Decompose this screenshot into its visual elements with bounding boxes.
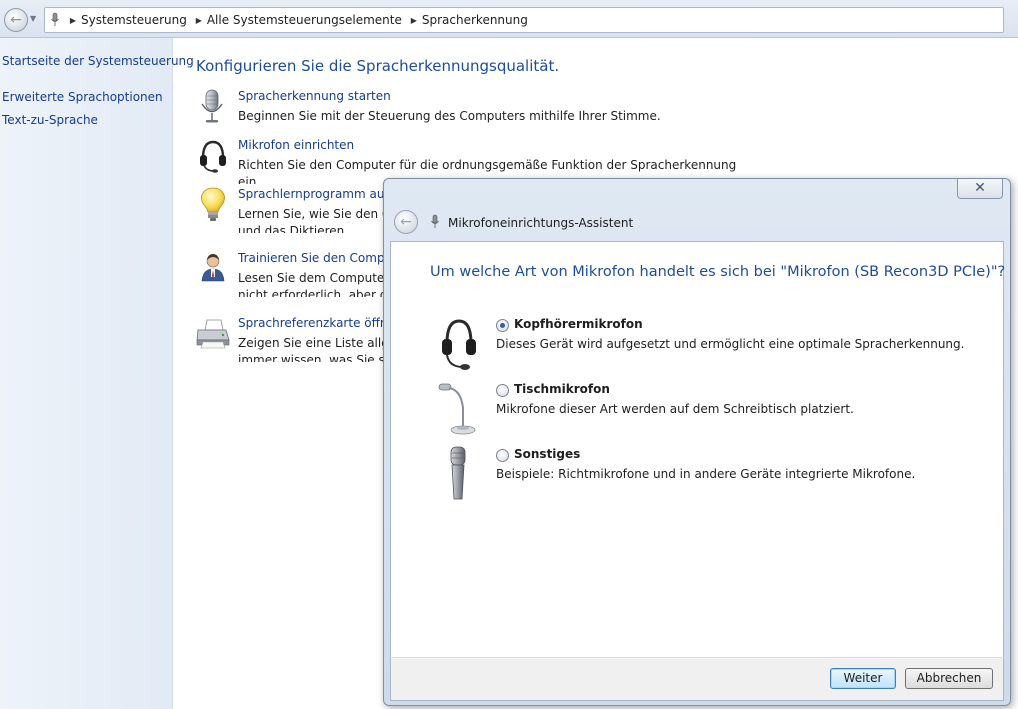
back-arrow-icon[interactable]: ← (4, 8, 28, 32)
start-speech-recognition-link[interactable]: Spracherkennung starten (238, 89, 391, 103)
dialog-body: Um welche Art von Mikrofon handelt es si… (390, 241, 1006, 657)
task-train-computer: Trainieren Sie den Compute Lesen Sie dem… (196, 251, 386, 297)
cancel-button[interactable]: Abbrechen (905, 668, 993, 689)
task-description: Beginnen Sie mit der Steuerung des Compu… (238, 109, 661, 123)
task-description: Lesen Sie dem Computer Tenicht erforderl… (238, 271, 386, 297)
reference-card-link[interactable]: Sprachreferenzkarte öffnen (238, 316, 386, 330)
text-to-speech-link[interactable]: Text-zu-Sprache (2, 113, 98, 127)
breadcrumb[interactable]: ▶ Systemsteuerung ▶ Alle Systemsteuerungsel… (44, 7, 1004, 33)
dialog-question: Um welche Art von Mikrofon handelt es si… (430, 264, 1006, 280)
option-desk-microphone[interactable]: Tischmikrofon Mikrofone dieser Art werde… (435, 380, 995, 440)
next-button[interactable]: Weiter (830, 668, 896, 689)
task-description: Zeigen Sie eine Liste allgemimmer wissen… (238, 336, 386, 362)
chevron-right-icon: ▶ (410, 16, 417, 25)
chevron-right-icon: ▶ (195, 16, 202, 25)
chevron-down-icon[interactable]: ▼ (30, 14, 40, 24)
chevron-right-icon: ▶ (69, 16, 77, 25)
option-label: Tischmikrofon (514, 382, 610, 396)
handheld-microphone-icon (450, 446, 466, 500)
option-description: Mikrofone dieser Art werden auf dem Schr… (496, 402, 854, 416)
breadcrumb-item-alle-elemente[interactable]: Alle Systemsteuerungselemente (205, 13, 408, 27)
page-title: Konfigurieren Sie die Spracherkennungsqu… (196, 57, 560, 75)
breadcrumb-item-spracherkennung[interactable]: Spracherkennung (420, 13, 534, 27)
home-link[interactable]: Startseite der Systemsteuerung (2, 54, 194, 68)
back-arrow-icon[interactable]: ← (394, 210, 418, 234)
desk-microphone-icon (438, 383, 476, 435)
headset-radio[interactable] (496, 319, 509, 332)
option-label: Kopfhörermikrofon (514, 317, 643, 331)
task-start-speech-recognition: Spracherkennung starten Beginnen Sie mit… (196, 89, 756, 135)
other-radio[interactable] (496, 449, 509, 462)
advanced-speech-options-link[interactable]: Erweiterte Sprachoptionen (2, 90, 163, 104)
dialog-title: Mikrofoneinrichtungs-Assistent (448, 216, 634, 230)
dialog-footer: Weiter Abbrechen (390, 657, 1004, 701)
headset-icon (442, 319, 476, 370)
address-bar: ← ▼ ▶ Systemsteuerung ▶ Alle Systemsteuerun… (0, 0, 1018, 38)
option-headset[interactable]: Kopfhörermikrofon Dieses Gerät wird aufg… (435, 315, 995, 375)
light-bulb-icon (201, 187, 225, 221)
dialog-header: ← Mikrofoneinrichtungs-Assistent (390, 207, 1004, 239)
close-icon[interactable]: ✕ (957, 179, 1003, 199)
option-description: Dieses Gerät wird aufgesetzt und ermögli… (496, 337, 965, 351)
task-description: Lernen Sie, wie Sie den Comund das Dikti… (238, 207, 386, 233)
desk-microphone-radio[interactable] (496, 384, 509, 397)
headset-icon (200, 140, 226, 173)
train-computer-link[interactable]: Trainieren Sie den Compute (238, 251, 386, 265)
microphone-icon (201, 89, 223, 123)
task-speech-tutorial: Sprachlernprogramm ausfü Lernen Sie, wie… (196, 187, 386, 233)
breadcrumb-item-systemsteuerung[interactable]: Systemsteuerung (79, 13, 193, 27)
option-label: Sonstiges (514, 447, 581, 461)
microphone-icon (51, 12, 59, 26)
speech-tutorial-link[interactable]: Sprachlernprogramm ausfü (238, 187, 386, 201)
printer-icon (196, 319, 230, 349)
option-other[interactable]: Sonstiges Beispiele: Richtmikrofone und … (435, 445, 995, 505)
left-nav-pane: Startseite der Systemsteuerung Erweitert… (0, 38, 194, 709)
microphone-icon (431, 214, 439, 228)
task-reference-card: Sprachreferenzkarte öffnen Zeigen Sie ei… (196, 316, 386, 362)
setup-microphone-link[interactable]: Mikrofon einrichten (238, 138, 354, 152)
microphone-setup-dialog: ✕ ← Mikrofoneinrichtungs-Assistent Um we… (383, 178, 1011, 706)
person-icon (201, 254, 225, 282)
option-description: Beispiele: Richtmikrofone und in andere … (496, 467, 916, 481)
